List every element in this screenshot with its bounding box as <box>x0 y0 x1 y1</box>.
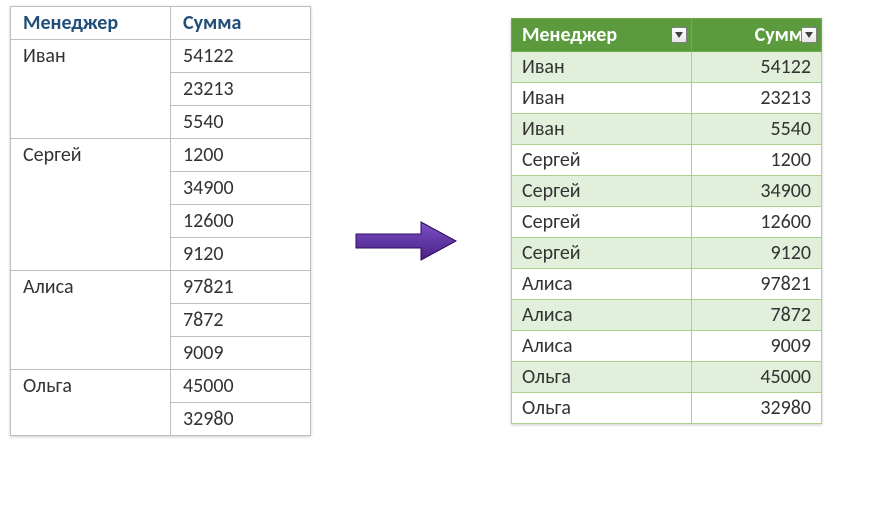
table-row[interactable]: Алиса9009 <box>512 331 822 362</box>
table-row[interactable]: Сергей12600 <box>512 207 822 238</box>
cell-sum[interactable]: 5540 <box>692 114 822 145</box>
result-table: Менеджер Сумма Иван54122Иван23213Иван554… <box>511 18 822 424</box>
table-row[interactable]: Ольга32980 <box>512 393 822 424</box>
table-row[interactable]: Ольга45000 <box>512 362 822 393</box>
cell-sum[interactable]: 9009 <box>171 337 311 370</box>
cell-sum[interactable]: 97821 <box>692 269 822 300</box>
cell-manager[interactable]: Иван <box>512 114 692 145</box>
table-row[interactable]: Алиса7872 <box>512 300 822 331</box>
cell-manager[interactable]: Иван <box>512 52 692 83</box>
cell-sum[interactable]: 54122 <box>692 52 822 83</box>
cell-sum[interactable]: 32980 <box>692 393 822 424</box>
chevron-down-icon <box>675 32 683 38</box>
cell-manager[interactable]: Алиса <box>512 269 692 300</box>
cell-manager[interactable]: Ольга <box>11 370 171 403</box>
table-row[interactable]: 32980 <box>11 403 311 436</box>
cell-manager[interactable]: Сергей <box>512 207 692 238</box>
cell-manager[interactable] <box>11 403 171 436</box>
cell-manager[interactable]: Алиса <box>512 331 692 362</box>
table-row[interactable]: Иван23213 <box>512 83 822 114</box>
header-sum[interactable]: Сумма <box>171 7 311 40</box>
cell-sum[interactable]: 45000 <box>171 370 311 403</box>
cell-sum[interactable]: 7872 <box>171 304 311 337</box>
table-row[interactable]: 34900 <box>11 172 311 205</box>
source-table: Менеджер Сумма Иван54122232135540Сергей1… <box>10 6 311 436</box>
transform-arrow-icon <box>351 216 461 271</box>
table-row[interactable]: 9120 <box>11 238 311 271</box>
cell-manager[interactable] <box>11 238 171 271</box>
header-manager[interactable]: Менеджер <box>11 7 171 40</box>
cell-sum[interactable]: 34900 <box>171 172 311 205</box>
table-row[interactable]: Алиса97821 <box>512 269 822 300</box>
cell-sum[interactable]: 12600 <box>171 205 311 238</box>
cell-manager[interactable]: Иван <box>11 40 171 73</box>
cell-sum[interactable]: 34900 <box>692 176 822 207</box>
table-row[interactable]: Иван54122 <box>512 52 822 83</box>
table-row[interactable]: Ольга45000 <box>11 370 311 403</box>
cell-manager[interactable]: Ольга <box>512 393 692 424</box>
cell-manager[interactable] <box>11 304 171 337</box>
table-row[interactable]: 5540 <box>11 106 311 139</box>
cell-sum[interactable]: 9120 <box>171 238 311 271</box>
table-row[interactable]: 9009 <box>11 337 311 370</box>
cell-manager[interactable] <box>11 205 171 238</box>
cell-manager[interactable]: Алиса <box>11 271 171 304</box>
table-row[interactable]: Сергей34900 <box>512 176 822 207</box>
cell-sum[interactable]: 45000 <box>692 362 822 393</box>
table-header-row: Менеджер Сумма <box>11 7 311 40</box>
table-row[interactable]: 23213 <box>11 73 311 106</box>
cell-sum[interactable]: 23213 <box>692 83 822 114</box>
table-row[interactable]: Сергей1200 <box>512 145 822 176</box>
cell-sum[interactable]: 54122 <box>171 40 311 73</box>
cell-manager[interactable]: Алиса <box>512 300 692 331</box>
cell-sum[interactable]: 7872 <box>692 300 822 331</box>
cell-manager[interactable] <box>11 337 171 370</box>
cell-manager[interactable]: Сергей <box>512 176 692 207</box>
header-manager-label: Менеджер <box>522 23 617 47</box>
table-row[interactable]: Иван54122 <box>11 40 311 73</box>
cell-sum[interactable]: 12600 <box>692 207 822 238</box>
cell-sum[interactable]: 23213 <box>171 73 311 106</box>
cell-manager[interactable] <box>11 106 171 139</box>
cell-manager[interactable]: Сергей <box>512 145 692 176</box>
table-row[interactable]: Сергей9120 <box>512 238 822 269</box>
header-manager[interactable]: Менеджер <box>512 19 692 52</box>
cell-sum[interactable]: 97821 <box>171 271 311 304</box>
table-row[interactable]: Алиса97821 <box>11 271 311 304</box>
cell-sum[interactable]: 9009 <box>692 331 822 362</box>
cell-sum[interactable]: 1200 <box>692 145 822 176</box>
cell-sum[interactable]: 32980 <box>171 403 311 436</box>
cell-manager[interactable] <box>11 73 171 106</box>
table-header-row: Менеджер Сумма <box>512 19 822 52</box>
cell-sum[interactable]: 1200 <box>171 139 311 172</box>
cell-manager[interactable]: Ольга <box>512 362 692 393</box>
table-row[interactable]: Иван5540 <box>512 114 822 145</box>
cell-sum[interactable]: 5540 <box>171 106 311 139</box>
table-row[interactable]: Сергей1200 <box>11 139 311 172</box>
cell-manager[interactable]: Иван <box>512 83 692 114</box>
filter-dropdown-manager[interactable] <box>671 27 687 43</box>
cell-manager[interactable]: Сергей <box>512 238 692 269</box>
table-row[interactable]: 12600 <box>11 205 311 238</box>
header-sum[interactable]: Сумма <box>692 19 822 52</box>
chevron-down-icon <box>805 32 813 38</box>
cell-sum[interactable]: 9120 <box>692 238 822 269</box>
cell-manager[interactable] <box>11 172 171 205</box>
cell-manager[interactable]: Сергей <box>11 139 171 172</box>
table-row[interactable]: 7872 <box>11 304 311 337</box>
filter-dropdown-sum[interactable] <box>801 27 817 43</box>
